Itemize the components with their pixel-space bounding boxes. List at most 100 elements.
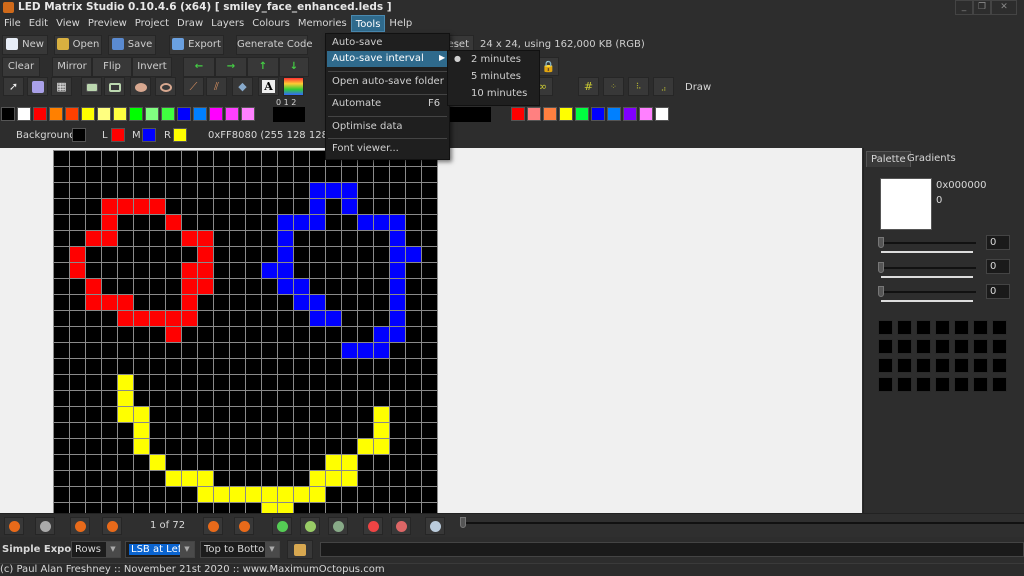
led-cell[interactable]: [310, 471, 325, 486]
led-cell[interactable]: [214, 487, 229, 502]
led-cell[interactable]: [102, 439, 117, 454]
led-cell[interactable]: [390, 311, 405, 326]
led-cell[interactable]: [166, 199, 181, 214]
led-cell[interactable]: [54, 263, 69, 278]
led-cell[interactable]: [166, 311, 181, 326]
led-cell[interactable]: [54, 311, 69, 326]
led-cell[interactable]: [198, 343, 213, 358]
led-cell[interactable]: [102, 215, 117, 230]
led-cell[interactable]: [326, 375, 341, 390]
led-cell[interactable]: [102, 279, 117, 294]
menu-draw[interactable]: Draw: [173, 15, 207, 32]
led-cell[interactable]: [214, 295, 229, 310]
led-cell[interactable]: [70, 215, 85, 230]
palette-swatch[interactable]: [655, 107, 669, 121]
lsb-select[interactable]: LSB at Left ▼: [125, 541, 195, 558]
led-cell[interactable]: [246, 183, 261, 198]
led-cell[interactable]: [118, 471, 133, 486]
led-cell[interactable]: [326, 327, 341, 342]
shift-up-button[interactable]: ↑: [247, 57, 279, 77]
custom-palette-cell[interactable]: [897, 339, 912, 354]
generate-code-button[interactable]: Generate Code: [236, 35, 312, 55]
custom-palette-cell[interactable]: [973, 320, 988, 335]
led-cell[interactable]: [150, 199, 165, 214]
led-cell[interactable]: [230, 391, 245, 406]
led-cell[interactable]: [294, 343, 309, 358]
led-cell[interactable]: [134, 471, 149, 486]
led-cell[interactable]: [150, 391, 165, 406]
right-colour-swatch[interactable]: [173, 128, 187, 142]
led-cell[interactable]: [294, 423, 309, 438]
led-cell[interactable]: [294, 311, 309, 326]
led-cell[interactable]: [278, 199, 293, 214]
led-cell[interactable]: [278, 295, 293, 310]
led-cell[interactable]: [198, 295, 213, 310]
led-cell[interactable]: [406, 247, 421, 262]
led-cell[interactable]: [86, 423, 101, 438]
led-cell[interactable]: [326, 263, 341, 278]
palette-swatch[interactable]: [145, 107, 159, 121]
middle-colour-swatch[interactable]: [142, 128, 156, 142]
led-cell[interactable]: [374, 199, 389, 214]
led-cell[interactable]: [406, 215, 421, 230]
led-cell[interactable]: [278, 423, 293, 438]
led-cell[interactable]: [182, 439, 197, 454]
led-cell[interactable]: [390, 295, 405, 310]
led-cell[interactable]: [182, 295, 197, 310]
led-cell[interactable]: [326, 167, 341, 182]
led-cell[interactable]: [358, 199, 373, 214]
led-cell[interactable]: [118, 295, 133, 310]
led-cell[interactable]: [230, 183, 245, 198]
led-cell[interactable]: [358, 375, 373, 390]
led-cell[interactable]: [70, 503, 85, 513]
led-cell[interactable]: [70, 359, 85, 374]
flip-button[interactable]: Flip: [92, 57, 132, 77]
led-cell[interactable]: [342, 263, 357, 278]
led-cell[interactable]: [102, 391, 117, 406]
led-cell[interactable]: [278, 439, 293, 454]
led-cell[interactable]: [70, 199, 85, 214]
led-cell[interactable]: [374, 407, 389, 422]
led-cell[interactable]: [182, 151, 197, 166]
led-cell[interactable]: [422, 263, 437, 278]
led-cell[interactable]: [102, 407, 117, 422]
led-cell[interactable]: [230, 151, 245, 166]
led-cell[interactable]: [294, 263, 309, 278]
led-cell[interactable]: [262, 295, 277, 310]
led-cell[interactable]: [182, 503, 197, 513]
led-cell[interactable]: [86, 167, 101, 182]
led-cell[interactable]: [118, 359, 133, 374]
led-cell[interactable]: [422, 295, 437, 310]
led-cell[interactable]: [390, 391, 405, 406]
first-frame-button[interactable]: [70, 517, 90, 535]
led-cell[interactable]: [86, 247, 101, 262]
led-cell[interactable]: [390, 359, 405, 374]
palette-swatch[interactable]: [177, 107, 191, 121]
led-cell[interactable]: [310, 375, 325, 390]
led-cell[interactable]: [134, 391, 149, 406]
custom-palette-cell[interactable]: [992, 358, 1007, 373]
led-cell[interactable]: [310, 407, 325, 422]
frame-slider[interactable]: [462, 522, 1024, 524]
led-cell[interactable]: [374, 183, 389, 198]
led-cell[interactable]: [134, 295, 149, 310]
led-cell[interactable]: [118, 231, 133, 246]
led-cell[interactable]: [390, 343, 405, 358]
led-cell[interactable]: [374, 343, 389, 358]
led-cell[interactable]: [182, 215, 197, 230]
led-cell[interactable]: [86, 407, 101, 422]
led-cell[interactable]: [326, 487, 341, 502]
led-cell[interactable]: [406, 471, 421, 486]
led-cell[interactable]: [70, 439, 85, 454]
led-cell[interactable]: [54, 487, 69, 502]
led-cell[interactable]: [182, 311, 197, 326]
mirror-button[interactable]: Mirror: [52, 57, 92, 77]
menu-edit[interactable]: Edit: [25, 15, 52, 32]
led-cell[interactable]: [182, 455, 197, 470]
led-cell[interactable]: [86, 375, 101, 390]
led-cell[interactable]: [358, 343, 373, 358]
led-cell[interactable]: [118, 311, 133, 326]
pointer-tool[interactable]: ➚: [3, 77, 24, 96]
led-cell[interactable]: [214, 439, 229, 454]
led-cell[interactable]: [294, 151, 309, 166]
